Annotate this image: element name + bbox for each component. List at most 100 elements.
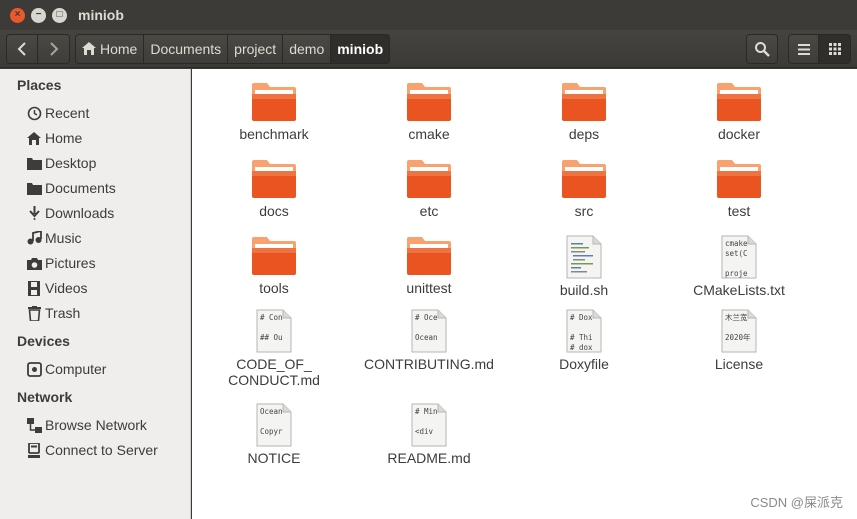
grid-view-button[interactable]: [819, 34, 851, 64]
folder-item[interactable]: cmake: [354, 81, 504, 142]
folder-icon: [562, 160, 606, 198]
breadcrumb-label: demo: [289, 40, 325, 57]
search-button[interactable]: [746, 34, 778, 64]
file-name-label: src: [574, 203, 594, 219]
folder-item[interactable]: etc: [354, 158, 504, 219]
sidebar-item-label: Desktop: [45, 155, 97, 171]
folder-icon: [252, 160, 296, 198]
text-file-icon: Ocean Copyr: [256, 403, 292, 447]
file-item[interactable]: 木兰宽 2020年 License: [664, 309, 814, 372]
close-window-button[interactable]: ×: [10, 7, 25, 23]
folder-item[interactable]: deps: [509, 81, 659, 142]
sidebar-item-label: Pictures: [45, 255, 96, 271]
sidebar-item-downloads[interactable]: Downloads: [26, 203, 114, 223]
file-name-label: CMakeLists.txt: [693, 282, 785, 298]
film-icon: [26, 280, 42, 296]
sidebar-item-label: Music: [45, 230, 82, 246]
file-item[interactable]: # Con ## Ou CODE_OF_ CONDUCT.md: [199, 309, 349, 388]
breadcrumb-project[interactable]: project: [228, 33, 284, 64]
script-file-icon: [566, 235, 602, 279]
file-name-label: NOTICE: [247, 450, 301, 466]
sidebar-item-videos[interactable]: Videos: [26, 278, 88, 298]
list-view-button[interactable]: [788, 34, 819, 64]
file-item[interactable]: cmake set(C proje CMakeLists.txt: [664, 235, 814, 298]
sidebar-item-label: Browse Network: [45, 417, 147, 433]
file-item[interactable]: # Min <div README.md: [354, 403, 504, 466]
folder-icon: [717, 160, 761, 198]
home-icon: [82, 42, 96, 55]
text-file-icon: # Con ## Ou: [256, 309, 292, 353]
sidebar-item-recent[interactable]: Recent: [26, 103, 89, 123]
breadcrumb-documents[interactable]: Documents: [144, 33, 229, 64]
places-heading: Places: [17, 77, 62, 93]
svg-text:cmake: cmake: [725, 239, 748, 248]
sidebar-item-browse-network[interactable]: Browse Network: [26, 415, 147, 435]
text-file-icon: # Min <div: [411, 403, 447, 447]
folder-icon: [407, 83, 451, 121]
forward-button[interactable]: [38, 33, 70, 64]
sidebar-item-label: Computer: [45, 361, 107, 377]
breadcrumb-label: Home: [100, 40, 138, 57]
svg-text:Copyr: Copyr: [260, 427, 283, 436]
drive-icon: [26, 361, 42, 377]
breadcrumb: Home Documents project demo miniob: [75, 33, 391, 64]
sidebar-item-home[interactable]: Home: [26, 128, 82, 148]
folder-item[interactable]: test: [664, 158, 814, 219]
sidebar-item-computer[interactable]: Computer: [26, 359, 106, 379]
folder-icon: [252, 83, 296, 121]
folder-item[interactable]: docker: [664, 81, 814, 142]
toolbar: Home Documents project demo miniob: [0, 30, 857, 68]
file-item[interactable]: Ocean Copyr NOTICE: [199, 403, 349, 466]
list-view-icon: [797, 43, 810, 55]
folder-item[interactable]: benchmark: [199, 81, 349, 142]
file-name-label: deps: [568, 126, 600, 142]
breadcrumb-home[interactable]: Home: [75, 33, 145, 64]
file-name-label: Doxyfile: [559, 356, 609, 372]
sidebar-item-music[interactable]: Music: [26, 228, 82, 248]
file-name-label: test: [727, 203, 751, 219]
sidebar-item-documents[interactable]: Documents: [26, 178, 116, 198]
svg-text:set(C: set(C: [725, 249, 748, 258]
file-name-label: build.sh: [559, 282, 609, 298]
history-nav: [6, 33, 70, 64]
sidebar-item-connect-server[interactable]: Connect to Server: [26, 440, 158, 460]
folder-item[interactable]: src: [509, 158, 659, 219]
folder-item[interactable]: unittest: [354, 235, 504, 296]
sidebar-item-desktop[interactable]: Desktop: [26, 153, 96, 173]
file-name-label: etc: [419, 203, 439, 219]
download-icon: [26, 205, 42, 221]
file-name-label: docs: [259, 203, 289, 219]
grid-view-icon: [828, 43, 841, 55]
sidebar-item-trash[interactable]: Trash: [26, 303, 80, 323]
breadcrumb-demo[interactable]: demo: [283, 33, 332, 64]
folder-icon: [407, 160, 451, 198]
file-item[interactable]: build.sh: [509, 235, 659, 298]
sidebar-item-pictures[interactable]: Pictures: [26, 253, 96, 273]
sidebar-item-label: Downloads: [45, 205, 115, 221]
svg-text:# Thi: # Thi: [570, 333, 593, 342]
music-icon: [26, 230, 42, 246]
text-file-icon: cmakeset(C proje: [721, 235, 757, 279]
file-name-label: unittest: [406, 280, 452, 296]
maximize-window-button[interactable]: □: [52, 7, 67, 23]
svg-text:2020年: 2020年: [725, 332, 751, 342]
folder-icon: [717, 83, 761, 121]
file-item[interactable]: # Oce Ocean CONTRIBUTING.md: [354, 309, 504, 372]
sidebar-item-label: Home: [45, 130, 83, 146]
back-button[interactable]: [6, 33, 38, 64]
folder-item[interactable]: docs: [199, 158, 349, 219]
text-file-icon: # Dox # Thi# dox: [566, 309, 602, 353]
svg-text:# dox: # dox: [570, 343, 593, 352]
breadcrumb-label: project: [234, 40, 277, 57]
svg-text:## Ou: ## Ou: [260, 333, 283, 342]
breadcrumb-miniob[interactable]: miniob: [331, 33, 391, 64]
minimize-window-button[interactable]: −: [31, 7, 46, 23]
sidebar-item-label: Documents: [45, 180, 116, 196]
folder-icon: [407, 237, 451, 275]
folder-item[interactable]: tools: [199, 235, 349, 296]
file-view: benchmark cmake deps docker docs etc src test to…: [192, 69, 857, 519]
file-item[interactable]: # Dox # Thi # dox Doxyfile: [509, 309, 659, 372]
file-name-label: License: [714, 356, 764, 372]
network-heading: Network: [17, 389, 73, 405]
sidebar-item-label: Trash: [45, 305, 81, 321]
